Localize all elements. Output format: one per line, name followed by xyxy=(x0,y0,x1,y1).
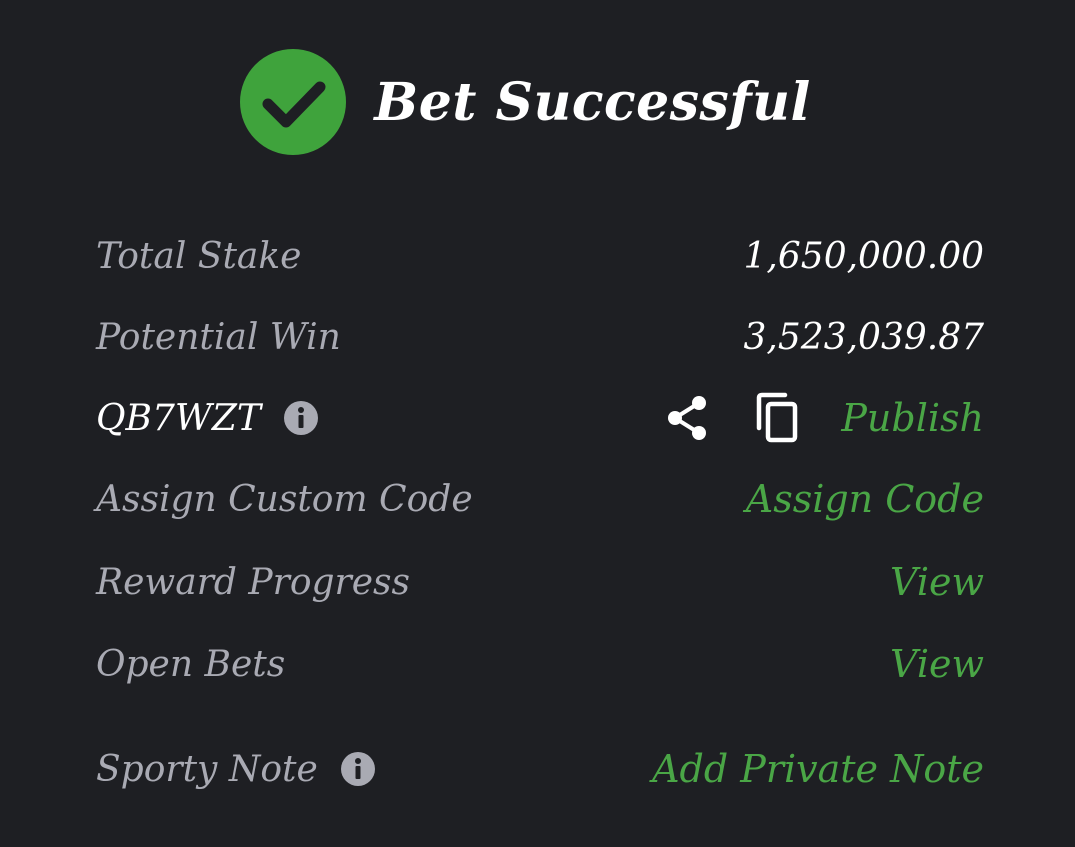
sporty-note-group: Sporty Note xyxy=(96,749,376,790)
total-stake-value: 1,650,000.00 xyxy=(743,235,984,277)
page-title: Bet Successful xyxy=(374,71,811,133)
potential-win-value: 3,523,039.87 xyxy=(743,316,984,358)
booking-code-group: QB7WZT xyxy=(96,398,319,439)
copy-icon[interactable] xyxy=(753,392,801,444)
booking-code: QB7WZT xyxy=(96,397,261,439)
reward-progress-view-link[interactable]: View xyxy=(890,560,984,604)
booking-code-row: QB7WZT Publish xyxy=(96,390,984,446)
check-circle-icon xyxy=(240,49,347,155)
publish-link[interactable]: Publish xyxy=(841,396,984,440)
open-bets-label: Open Bets xyxy=(96,643,286,685)
info-icon[interactable] xyxy=(283,400,319,436)
reward-progress-label: Reward Progress xyxy=(96,561,410,603)
total-stake-row: Total Stake 1,650,000.00 xyxy=(96,228,984,284)
share-icon[interactable] xyxy=(665,394,709,442)
open-bets-view-link[interactable]: View xyxy=(890,642,984,686)
booking-code-actions: Publish xyxy=(665,392,984,444)
bet-success-header: Bet Successful xyxy=(0,48,1075,156)
potential-win-label: Potential Win xyxy=(96,316,341,358)
reward-progress-row: Reward Progress View xyxy=(96,554,984,610)
sporty-note-label: Sporty Note xyxy=(96,748,318,790)
open-bets-row: Open Bets View xyxy=(96,636,984,692)
potential-win-row: Potential Win 3,523,039.87 xyxy=(96,309,984,365)
total-stake-label: Total Stake xyxy=(96,235,302,277)
assign-code-link[interactable]: Assign Code xyxy=(746,477,984,521)
custom-code-label: Assign Custom Code xyxy=(96,478,473,520)
info-icon[interactable] xyxy=(340,751,376,787)
sporty-note-row: Sporty Note Add Private Note xyxy=(96,741,984,797)
add-private-note-link[interactable]: Add Private Note xyxy=(652,747,984,791)
custom-code-row: Assign Custom Code Assign Code xyxy=(96,471,984,527)
